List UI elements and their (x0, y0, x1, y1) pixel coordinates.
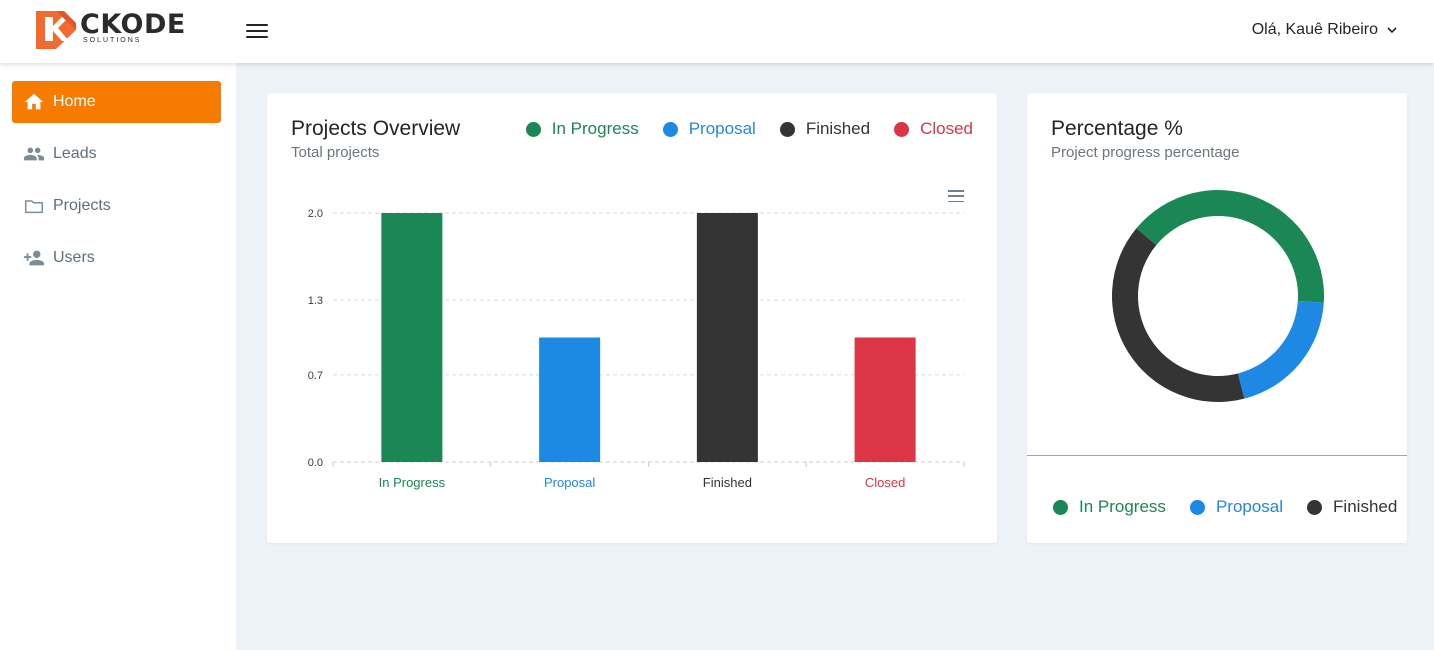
user-greeting: Olá, Kauê Ribeiro (1251, 21, 1378, 38)
chevron-down-icon (1387, 27, 1397, 34)
sidebar: Home Leads Projects Users (0, 63, 236, 650)
top-header: CKODE SOLUTIONS Olá, Kauê Ribeiro (0, 0, 1434, 63)
legend-item-finished[interactable]: Finished (1307, 497, 1397, 517)
folder-icon (23, 195, 45, 217)
x-tick-label: In Progress (379, 475, 446, 490)
logo-mark-icon (36, 11, 76, 49)
x-tick-label: Closed (865, 475, 905, 490)
sidebar-item-label: Leads (53, 145, 97, 162)
donut-chart (1112, 190, 1324, 403)
sidebar-item-home[interactable]: Home (12, 81, 221, 123)
legend-marker (1189, 499, 1205, 515)
home-icon (23, 91, 45, 113)
donut-legend: In Progress Proposal Finished (1053, 497, 1397, 517)
legend-label: In Progress (1079, 497, 1166, 516)
brand-logo[interactable]: CKODE SOLUTIONS (36, 11, 186, 51)
hamburger-menu-icon[interactable] (246, 22, 268, 40)
legend-marker (1053, 499, 1068, 515)
donut-slice-in-progress[interactable] (1136, 190, 1324, 303)
bar-proposal[interactable] (539, 337, 601, 463)
x-tick-label: Finished (703, 475, 752, 490)
bar-finished[interactable] (696, 213, 758, 462)
divider (1027, 455, 1407, 456)
donut-slice-proposal[interactable] (1237, 301, 1324, 399)
bar-closed[interactable] (854, 337, 916, 463)
user-menu[interactable]: Olá, Kauê Ribeiro (1252, 21, 1398, 39)
donut-slice-finished[interactable] (1112, 228, 1245, 403)
legend-label: Proposal (1215, 497, 1284, 516)
projects-overview-card: Projects Overview Total projects In Prog… (267, 93, 997, 543)
percentage-card: Percentage % Project progress percentage… (1027, 93, 1407, 543)
sidebar-item-label: Projects (53, 197, 111, 214)
sidebar-item-label: Users (53, 249, 95, 266)
legend-item-proposal[interactable]: Proposal (1189, 497, 1284, 517)
add-user-icon (23, 247, 45, 269)
sidebar-item-label: Home (53, 93, 96, 110)
legend-label: Finished (1333, 497, 1398, 516)
sidebar-item-leads[interactable]: Leads (12, 133, 221, 175)
sidebar-item-users[interactable]: Users (12, 237, 221, 279)
y-tick-label: 0.7 (308, 370, 323, 382)
people-icon (23, 143, 45, 165)
legend-marker (1307, 499, 1323, 515)
legend-item-in-progress[interactable]: In Progress (1053, 497, 1166, 517)
y-tick-label: 0.0 (308, 457, 323, 469)
brand-name: CKODE (80, 9, 186, 40)
x-tick-label: Proposal (544, 475, 595, 490)
y-tick-label: 2.0 (308, 208, 323, 220)
sidebar-item-projects[interactable]: Projects (12, 185, 221, 227)
bar-in-progress[interactable] (381, 213, 443, 462)
y-tick-label: 1.3 (308, 295, 323, 307)
bar-chart: 0.0 0.7 1.3 2.0 In Progress Proposal Finished C… (308, 208, 965, 490)
